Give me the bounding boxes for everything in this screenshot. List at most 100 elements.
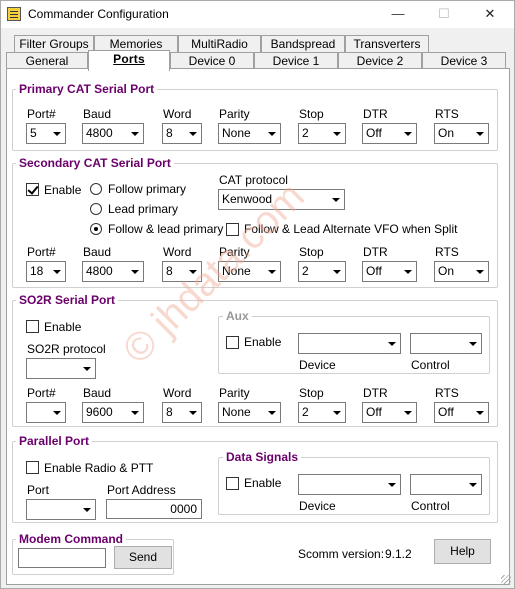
lead-primary-label: Lead primary [108, 202, 179, 216]
follow-primary-radio[interactable] [90, 183, 102, 195]
primary-parity-select[interactable]: None [218, 123, 281, 144]
chevron-down-icon [263, 403, 280, 422]
port-label: Port# [27, 107, 56, 121]
rts-label: RTS [435, 245, 459, 259]
chevron-down-icon [48, 262, 65, 281]
aux-enable-checkbox[interactable] [226, 336, 239, 349]
title-bar: Commander Configuration — ☐ ✕ [1, 1, 514, 28]
primary-word-select[interactable]: 8 [162, 123, 202, 144]
secondary-port-select[interactable]: 18 [26, 261, 66, 282]
select-value: Kenwood [222, 192, 273, 206]
select-value: Off [438, 405, 454, 419]
secondary-enable-checkbox[interactable] [26, 183, 39, 196]
chevron-down-icon [263, 262, 280, 281]
cat-protocol-select[interactable]: Kenwood [218, 189, 345, 210]
window-title: Commander Configuration [28, 7, 169, 21]
tab-label: Memories [109, 37, 163, 51]
so2r-protocol-select[interactable] [26, 358, 96, 379]
help-button[interactable]: Help [434, 539, 491, 564]
primary-baud-select[interactable]: 4800 [82, 123, 144, 144]
select-value: 5 [30, 126, 37, 140]
primary-stop-select[interactable]: 2 [298, 123, 346, 144]
tab-label: General [25, 54, 69, 68]
parallel-enable-checkbox[interactable] [26, 461, 39, 474]
port-address-input[interactable]: 0000 [106, 499, 202, 519]
so2r-dtr-select[interactable]: Off [362, 402, 417, 423]
word-label: Word [163, 107, 192, 121]
stop-label: Stop [299, 107, 324, 121]
parallel-enable-label: Enable Radio & PTT [44, 461, 154, 475]
chevron-down-icon [399, 124, 416, 143]
aux-device-select[interactable] [298, 333, 401, 354]
so2r-enable-checkbox[interactable] [26, 320, 39, 333]
data-signals-enable-checkbox[interactable] [226, 477, 239, 490]
tab-label: Device 1 [272, 54, 320, 68]
rts-label: RTS [435, 107, 459, 121]
secondary-stop-select[interactable]: 2 [298, 261, 346, 282]
modem-command-input[interactable] [18, 548, 106, 568]
data-signals-device-label: Device [299, 499, 336, 513]
chevron-down-icon [78, 500, 95, 519]
resize-grip-icon[interactable] [501, 575, 511, 585]
chevron-down-icon [383, 334, 400, 353]
follow-alt-vfo-checkbox[interactable] [226, 223, 239, 236]
so2r-enable-label: Enable [44, 320, 82, 334]
port-address-label: Port Address [107, 483, 176, 497]
select-value: None [222, 405, 251, 419]
chevron-down-icon [184, 124, 201, 143]
chevron-down-icon [399, 262, 416, 281]
aux-control-select[interactable] [410, 333, 482, 354]
select-value: On [438, 126, 455, 140]
primary-dtr-select[interactable]: Off [362, 123, 417, 144]
tab-label: Device 3 [440, 54, 488, 68]
chevron-down-icon [126, 124, 143, 143]
data-signals-title: Data Signals [223, 450, 302, 464]
so2r-word-select[interactable]: 8 [162, 402, 202, 423]
so2r-baud-select[interactable]: 9600 [82, 402, 144, 423]
tab-label: MultiRadio [191, 37, 248, 51]
cat-protocol-label: CAT protocol [219, 173, 288, 187]
tab-label: Bandspread [270, 37, 336, 51]
tab-ports[interactable]: Ports [88, 50, 170, 71]
select-value: None [222, 264, 251, 278]
secondary-rts-select[interactable]: On [434, 261, 489, 282]
secondary-baud-select[interactable]: 4800 [82, 261, 144, 282]
parallel-port-select[interactable] [26, 499, 96, 520]
port-label: Port# [27, 245, 56, 259]
data-signals-device-select[interactable] [298, 474, 401, 495]
close-button[interactable]: ✕ [467, 1, 513, 28]
tab-label: Device 2 [356, 54, 404, 68]
chevron-down-icon [48, 403, 65, 422]
chevron-down-icon [327, 190, 344, 209]
so2r-protocol-label: SO2R protocol [27, 342, 106, 356]
chevron-down-icon [263, 124, 280, 143]
data-signals-control-label: Control [411, 499, 450, 513]
aux-control-label: Control [411, 358, 450, 372]
follow-lead-primary-radio[interactable] [90, 223, 102, 235]
data-signals-enable-label: Enable [244, 476, 282, 490]
group-title: Modem Command [16, 532, 127, 546]
so2r-rts-select[interactable]: Off [434, 402, 489, 423]
chevron-down-icon [399, 403, 416, 422]
send-button[interactable]: Send [114, 546, 172, 569]
primary-port-select[interactable]: 5 [26, 123, 66, 144]
tab-label: Device 0 [188, 54, 236, 68]
primary-rts-select[interactable]: On [434, 123, 489, 144]
parity-label: Parity [219, 245, 250, 259]
secondary-word-select[interactable]: 8 [162, 261, 202, 282]
chevron-down-icon [328, 403, 345, 422]
so2r-stop-select[interactable]: 2 [298, 402, 346, 423]
chevron-down-icon [78, 359, 95, 378]
tab-label: Transverters [353, 37, 421, 51]
parity-label: Parity [219, 107, 250, 121]
select-value: Off [366, 405, 382, 419]
secondary-dtr-select[interactable]: Off [362, 261, 417, 282]
data-signals-control-select[interactable] [410, 474, 482, 495]
minimize-button[interactable]: — [375, 1, 421, 28]
secondary-parity-select[interactable]: None [218, 261, 281, 282]
secondary-enable-label: Enable [44, 183, 82, 197]
lead-primary-radio[interactable] [90, 203, 102, 215]
so2r-port-select[interactable] [26, 402, 66, 423]
so2r-parity-select[interactable]: None [218, 402, 281, 423]
group-title: Primary CAT Serial Port [16, 82, 158, 96]
